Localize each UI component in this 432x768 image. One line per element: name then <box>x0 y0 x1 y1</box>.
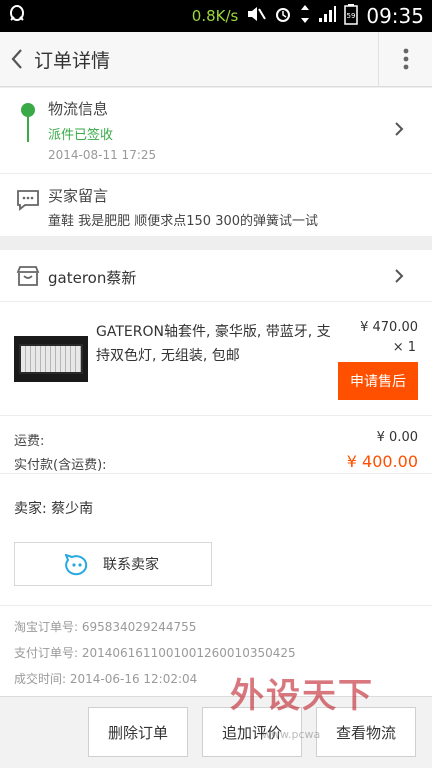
status-bar: 0.8K/s 59 09:35 <box>0 0 432 32</box>
battery-icon: 59 <box>344 3 359 29</box>
store-icon <box>16 266 40 286</box>
seller-block: 卖家: 蔡少南 联系卖家 <box>0 474 432 606</box>
contact-seller-button[interactable]: 联系卖家 <box>14 542 212 586</box>
buyer-message-row: 买家留言 童鞋 我是肥肥 顺便求点150 300的弹簧试一试 <box>0 175 432 235</box>
logistics-time: 2014-08-11 17:25 <box>48 148 157 162</box>
shipping-value: ¥ 0.00 <box>376 430 418 445</box>
chevron-right-icon <box>395 122 404 136</box>
logistics-row[interactable]: 物流信息 派件已签收 2014-08-11 17:25 <box>0 88 432 174</box>
logistics-status: 派件已签收 <box>48 128 114 143</box>
apply-aftersale-button[interactable]: 申请售后 <box>338 362 418 400</box>
more-vert-icon <box>403 48 408 70</box>
alipay-order-number: 支付订单号: 2014061611001001260010350425 <box>14 646 296 660</box>
shipping-label: 运费: <box>14 434 45 449</box>
delete-order-button[interactable]: 删除订单 <box>88 707 188 757</box>
timeline-dot-icon <box>21 103 35 142</box>
qq-icon <box>8 4 26 28</box>
buyer-message-title: 买家留言 <box>48 187 109 205</box>
watermark-url: www.pcwa <box>262 728 321 741</box>
deal-time: 成交时间: 2014-06-16 12:02:04 <box>14 672 198 686</box>
mute-icon <box>246 5 267 27</box>
order-section: gateron蔡新 GATERON轴套件, 豪华版, 带蓝牙, 支持双色灯, 无… <box>0 250 432 696</box>
item-quantity: × 1 <box>392 340 416 355</box>
watermark: 外设天下 <box>230 676 374 716</box>
back-button[interactable] <box>0 32 34 87</box>
item-title: GATERON轴套件, 豪华版, 带蓝牙, 支持双色灯, 无组装, 包邮 <box>96 324 331 364</box>
taobao-order-number: 淘宝订单号: 695834029244755 <box>14 620 197 634</box>
total-value: ¥ 400.00 <box>346 452 418 471</box>
shop-name: gateron蔡新 <box>48 269 137 287</box>
logistics-title: 物流信息 <box>48 100 109 118</box>
chevron-left-icon <box>11 49 22 69</box>
seller-name: 卖家: 蔡少南 <box>14 501 94 517</box>
chat-bubble-icon <box>17 190 39 211</box>
logistics-section: 物流信息 派件已签收 2014-08-11 17:25 买家留言 童鞋 我是肥肥… <box>0 88 432 236</box>
fees-block: 运费: ¥ 0.00 实付款(含运费): ¥ 400.00 <box>0 416 432 474</box>
order-item[interactable]: GATERON轴套件, 豪华版, 带蓝牙, 支持双色灯, 无组装, 包邮 ¥ 4… <box>0 302 432 416</box>
page-title: 订单详情 <box>34 49 111 72</box>
total-label: 实付款(含运费): <box>14 458 107 473</box>
more-menu-button[interactable] <box>378 31 432 87</box>
signal-icon <box>318 5 337 27</box>
contact-seller-label: 联系卖家 <box>103 557 159 573</box>
clock: 09:35 <box>366 4 424 28</box>
shop-header[interactable]: gateron蔡新 <box>0 250 432 302</box>
data-arrows-icon <box>300 4 310 28</box>
network-speed: 0.8K/s <box>191 7 239 25</box>
keyboard-image <box>19 344 83 374</box>
svg-text:59: 59 <box>347 12 356 20</box>
item-price: ¥ 470.00 <box>360 320 418 335</box>
app-bar: 订单详情 <box>0 31 432 87</box>
alarm-icon <box>274 5 292 27</box>
buyer-message-text: 童鞋 我是肥肥 顺便求点150 300的弹簧试一试 <box>48 214 319 229</box>
wangwang-chat-icon <box>65 554 88 576</box>
item-thumbnail[interactable] <box>14 336 88 382</box>
chevron-right-icon <box>395 269 404 283</box>
